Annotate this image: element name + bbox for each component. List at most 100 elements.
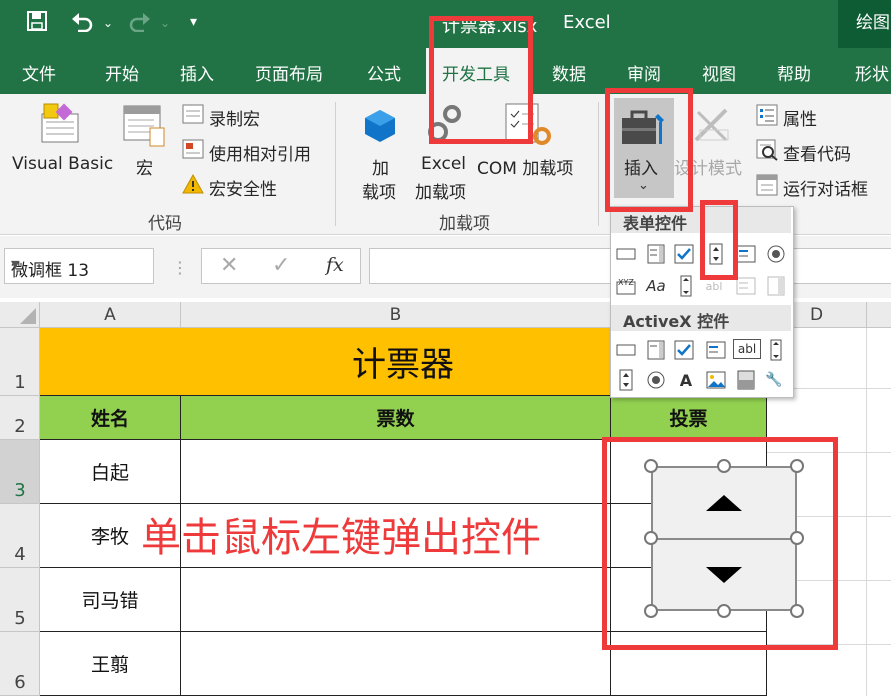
relative-reference-button[interactable]: 使用相对引用 <box>209 140 311 165</box>
visual-basic-button[interactable]: Visual Basic <box>12 154 113 174</box>
activex-combo-icon[interactable] <box>645 339 667 361</box>
formula-buttons: ✕ ✓ fx <box>201 248 361 284</box>
group-divider <box>598 102 599 226</box>
row-header-4[interactable]: 4 <box>0 504 40 568</box>
undo-icon[interactable] <box>70 10 94 37</box>
redo-dropdown-icon[interactable]: ⌄ <box>160 16 170 30</box>
header-vote[interactable]: 投票 <box>611 396 767 440</box>
votes-cell[interactable] <box>181 568 611 632</box>
cancel-icon[interactable]: ✕ <box>220 253 238 278</box>
label-control-icon[interactable]: Aa <box>645 275 667 297</box>
name-box[interactable]: 微调框 13 ▼ <box>4 248 154 284</box>
group-label-addins: 加载项 <box>439 214 490 234</box>
highlight-insert-button <box>605 88 693 212</box>
highlight-developer-tab <box>429 16 533 144</box>
column-header-a[interactable]: A <box>40 302 181 328</box>
insert-function-icon[interactable]: fx <box>326 254 344 276</box>
addins-button-line2[interactable]: 载项 <box>362 178 396 203</box>
activex-controls-header: ActiveX 控件 <box>611 305 791 331</box>
tab-shape-format[interactable]: 形状 <box>855 60 889 85</box>
activex-textbox-icon[interactable]: abl <box>733 339 761 359</box>
header-votes[interactable]: 票数 <box>181 396 611 440</box>
tab-page-layout[interactable]: 页面布局 <box>255 60 323 85</box>
run-dialog-icon[interactable] <box>756 174 778 200</box>
tab-home[interactable]: 开始 <box>105 60 139 85</box>
tab-insert[interactable]: 插入 <box>180 60 214 85</box>
name-cell[interactable]: 白起 <box>40 440 181 504</box>
view-code-button[interactable]: 查看代码 <box>783 140 851 165</box>
list-box-icon[interactable] <box>735 243 757 265</box>
group-box-icon[interactable]: XYZ <box>615 275 637 297</box>
activex-button-icon[interactable] <box>615 339 637 361</box>
row-header-3[interactable]: 3 <box>0 440 40 504</box>
activex-checkbox-icon[interactable] <box>673 339 695 361</box>
row-header-6[interactable]: 6 <box>0 632 40 696</box>
tab-formulas[interactable]: 公式 <box>367 60 401 85</box>
tab-data[interactable]: 数据 <box>552 60 586 85</box>
row-header-5[interactable]: 5 <box>0 568 40 632</box>
warning-icon[interactable] <box>182 173 204 198</box>
activex-scrollbar-icon[interactable] <box>765 339 787 361</box>
macro-security-button[interactable]: 宏安全性 <box>209 175 277 200</box>
activex-label-icon[interactable]: A <box>675 369 697 391</box>
more-controls-icon[interactable]: 🔧 <box>763 369 785 391</box>
properties-icon[interactable] <box>756 104 778 130</box>
combo-list-edit-icon <box>735 275 757 297</box>
save-icon[interactable] <box>26 10 48 37</box>
record-macro-button[interactable]: 录制宏 <box>209 105 260 130</box>
combo-dropdown-edit-icon <box>765 275 787 297</box>
activex-option-icon[interactable] <box>645 369 667 391</box>
enter-icon[interactable]: ✓ <box>272 253 290 278</box>
annotation-text: 单击鼠标左键弹出控件 <box>141 515 541 561</box>
activex-spin-icon[interactable] <box>615 369 637 391</box>
header-name[interactable]: 姓名 <box>40 396 181 440</box>
redo-icon[interactable] <box>128 10 152 37</box>
tab-help[interactable]: 帮助 <box>777 60 811 85</box>
option-button-icon[interactable] <box>765 243 787 265</box>
tab-review[interactable]: 审阅 <box>627 60 661 85</box>
row-number: 4 <box>14 544 26 565</box>
drag-handle-icon[interactable]: ⋮ <box>172 258 188 277</box>
name-cell[interactable]: 司马错 <box>40 568 181 632</box>
row-header-1[interactable]: 1 <box>0 328 40 396</box>
row-header-2[interactable]: 2 <box>0 396 40 440</box>
addins-button-line1[interactable]: 加 <box>372 154 389 179</box>
button-control-icon[interactable] <box>615 243 637 265</box>
com-addins-button[interactable]: COM 加载项 <box>477 154 573 179</box>
tab-file[interactable]: 文件 <box>22 60 56 85</box>
votes-cell[interactable] <box>181 440 611 504</box>
column-header-b[interactable]: B <box>181 302 611 328</box>
visual-basic-icon[interactable] <box>38 102 86 148</box>
form-controls-label: 表单控件 <box>623 214 688 233</box>
votes-cell[interactable] <box>181 632 611 696</box>
activex-listbox-icon[interactable] <box>705 339 727 361</box>
column-header-e[interactable] <box>867 302 891 328</box>
checkbox-icon[interactable] <box>673 243 695 265</box>
undo-dropdown-icon[interactable]: ⌄ <box>103 16 113 30</box>
combo-box-icon[interactable] <box>645 243 667 265</box>
tab-view[interactable]: 视图 <box>702 60 736 85</box>
view-code-icon[interactable] <box>756 139 778 165</box>
row-number: 6 <box>14 672 26 693</box>
addins-icon[interactable] <box>362 108 398 148</box>
macros-icon[interactable] <box>122 104 168 152</box>
properties-button[interactable]: 属性 <box>783 105 817 130</box>
drawing-tools-label[interactable]: 绘图 <box>838 0 891 48</box>
name-cell[interactable]: 王翦 <box>40 632 181 696</box>
run-dialog-button[interactable]: 运行对话框 <box>783 175 868 200</box>
svg-text:XYZ: XYZ <box>618 278 634 287</box>
select-all-corner[interactable] <box>0 302 40 328</box>
relative-reference-icon[interactable] <box>182 139 204 163</box>
group-divider <box>335 102 336 226</box>
macros-button[interactable]: 宏 <box>136 154 153 179</box>
excel-addins-button-line1[interactable]: Excel <box>421 154 466 174</box>
name-box-dropdown-icon[interactable]: ▼ <box>11 258 147 271</box>
activex-toggle-icon[interactable] <box>735 369 757 391</box>
record-macro-icon[interactable] <box>182 104 204 128</box>
customize-qat-icon[interactable]: ▾ <box>190 14 197 30</box>
scroll-bar-icon[interactable] <box>675 275 697 297</box>
design-mode-icon <box>692 106 732 150</box>
activex-image-icon[interactable] <box>705 369 727 391</box>
excel-addins-button-line2[interactable]: 加载项 <box>415 178 466 203</box>
highlight-spin-control <box>700 200 738 280</box>
